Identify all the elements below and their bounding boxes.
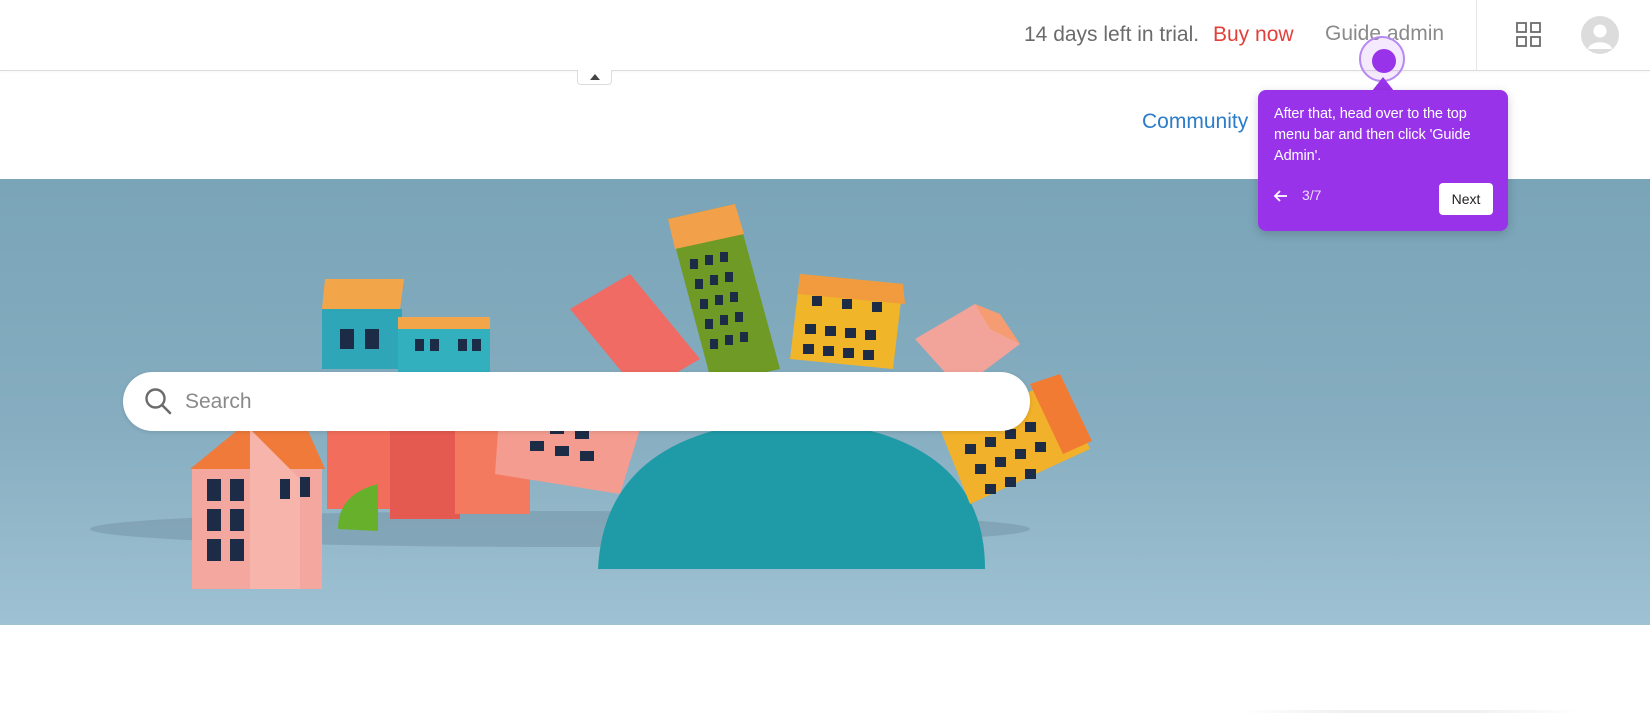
search-bar[interactable] <box>123 372 1030 431</box>
arrow-left-icon[interactable] <box>1273 189 1289 203</box>
search-icon <box>145 388 172 415</box>
guide-pulse-dot[interactable] <box>1372 49 1396 73</box>
guide-tooltip: After that, head over to the top menu ba… <box>1258 90 1508 231</box>
trial-status-text: 14 days left in trial. <box>1024 23 1200 46</box>
avatar[interactable] <box>1581 16 1619 54</box>
tooltip-step-counter: 3/7 <box>1302 187 1322 203</box>
nav-community-link[interactable]: Community <box>1142 110 1248 134</box>
next-button[interactable]: Next <box>1439 183 1493 215</box>
tooltip-arrow <box>1372 77 1394 91</box>
search-input[interactable] <box>183 382 1007 422</box>
grid-icon[interactable] <box>1516 22 1542 48</box>
buy-now-link[interactable]: Buy now <box>1213 23 1294 47</box>
tooltip-message: After that, head over to the top menu ba… <box>1274 106 1471 164</box>
collapse-header-toggle[interactable] <box>577 70 612 85</box>
caret-up-icon <box>590 74 600 80</box>
user-icon <box>1588 24 1612 49</box>
topbar-divider <box>1476 0 1477 70</box>
